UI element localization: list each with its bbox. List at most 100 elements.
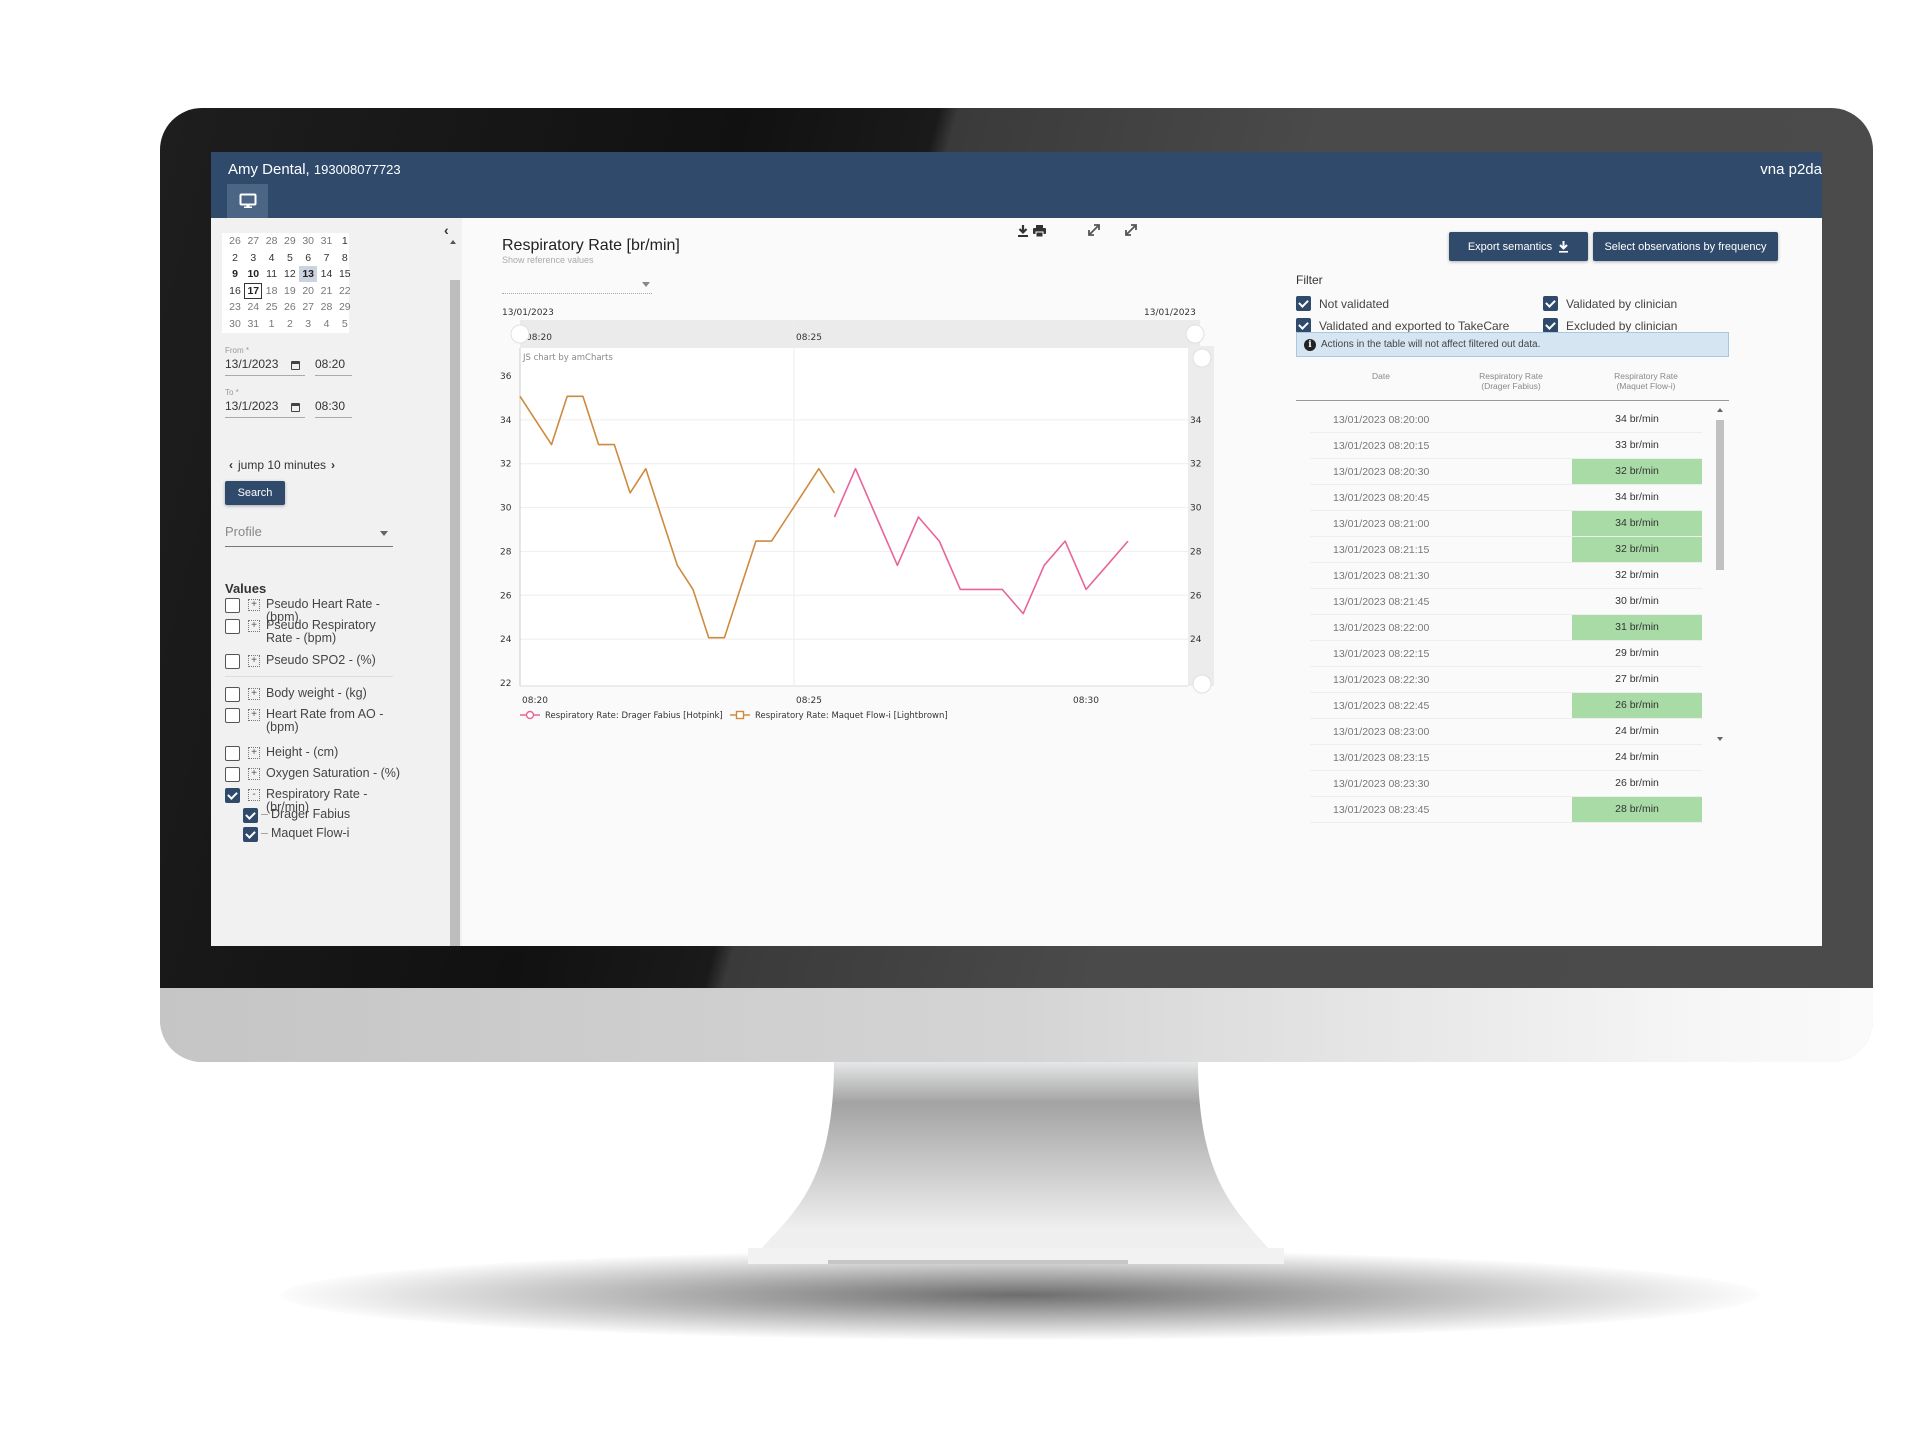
- column-header-drager[interactable]: Respiratory Rate (Drager Fabius): [1456, 371, 1566, 391]
- sub-value-item[interactable]: – Drager Fabius: [243, 808, 350, 823]
- checkbox[interactable]: [1296, 296, 1311, 311]
- table-row[interactable]: 13/01/2023 08:20:30 32 br/min: [1310, 459, 1702, 485]
- search-button[interactable]: Search: [225, 481, 285, 505]
- calendar-day[interactable]: 23: [226, 299, 244, 315]
- export-semantics-button[interactable]: Export semantics: [1449, 232, 1588, 261]
- calendar-day[interactable]: 3: [244, 250, 262, 266]
- row-maquet-value[interactable]: 32 br/min: [1572, 537, 1702, 562]
- calendar-day[interactable]: 5: [281, 250, 299, 266]
- expand-icon[interactable]: +: [248, 620, 260, 632]
- checkbox[interactable]: [243, 808, 258, 823]
- row-maquet-value[interactable]: 33 br/min: [1572, 433, 1702, 458]
- table-row[interactable]: 13/01/2023 08:22:00 31 br/min: [1310, 615, 1702, 641]
- calendar-day[interactable]: 3: [299, 316, 317, 332]
- table-row[interactable]: 13/01/2023 08:23:00 24 br/min: [1310, 719, 1702, 745]
- checkbox[interactable]: [225, 598, 240, 613]
- jump-back-icon[interactable]: ‹: [229, 458, 233, 472]
- table-row[interactable]: 13/01/2023 08:23:45 28 br/min: [1310, 797, 1702, 823]
- value-item-heart-rate-from-ao[interactable]: + Heart Rate from AO - (bpm): [225, 708, 405, 734]
- scrollbar-grip[interactable]: [510, 324, 530, 344]
- calendar-icon[interactable]: [291, 361, 300, 370]
- to-time-input[interactable]: 08:30: [315, 398, 352, 418]
- table-row[interactable]: 13/01/2023 08:20:45 34 br/min: [1310, 485, 1702, 511]
- jump-forward-icon[interactable]: ›: [331, 458, 335, 472]
- calendar-day[interactable]: 28: [263, 233, 281, 249]
- calendar-day[interactable]: 21: [318, 283, 336, 299]
- calendar-day[interactable]: 7: [318, 250, 336, 266]
- expand-icon[interactable]: +: [248, 688, 260, 700]
- calendar-day[interactable]: 6: [299, 250, 317, 266]
- row-maquet-value[interactable]: 26 br/min: [1572, 771, 1702, 796]
- calendar-day[interactable]: 25: [263, 299, 281, 315]
- calendar-day[interactable]: 5: [336, 316, 354, 332]
- calendar-day[interactable]: 31: [244, 316, 262, 332]
- calendar-day[interactable]: 13: [299, 266, 318, 282]
- chart-scrollbar-x[interactable]: [520, 320, 1200, 348]
- expand-icon[interactable]: +: [248, 768, 260, 780]
- row-maquet-value[interactable]: 34 br/min: [1572, 485, 1702, 510]
- calendar-day[interactable]: 27: [244, 233, 262, 249]
- calendar-day[interactable]: 29: [281, 233, 299, 249]
- calendar-day[interactable]: 19: [281, 283, 299, 299]
- user-name[interactable]: vna p2da: [1760, 161, 1822, 178]
- calendar-day[interactable]: 18: [263, 283, 281, 299]
- table-row[interactable]: 13/01/2023 08:22:45 26 br/min: [1310, 693, 1702, 719]
- table-scrollbar[interactable]: [1715, 408, 1725, 741]
- table-row[interactable]: 13/01/2023 08:21:45 30 br/min: [1310, 589, 1702, 615]
- scroll-down-arrow[interactable]: [1717, 737, 1723, 741]
- calendar-day[interactable]: 11: [263, 266, 281, 282]
- row-maquet-value[interactable]: 24 br/min: [1572, 745, 1702, 770]
- calendar-day[interactable]: 17: [244, 282, 263, 299]
- row-maquet-value[interactable]: 34 br/min: [1572, 407, 1702, 432]
- checkbox[interactable]: [1543, 296, 1558, 311]
- table-row[interactable]: 13/01/2023 08:22:15 29 br/min: [1310, 641, 1702, 667]
- row-maquet-value[interactable]: 27 br/min: [1572, 667, 1702, 692]
- filter-excluded-by-clinician[interactable]: Excluded by clinician: [1543, 318, 1677, 333]
- row-maquet-value[interactable]: 32 br/min: [1572, 459, 1702, 484]
- value-item-body-weight[interactable]: + Body weight - (kg): [225, 687, 405, 702]
- select-by-frequency-button[interactable]: Select observations by frequency: [1593, 232, 1778, 261]
- expand-icon[interactable]: +: [248, 747, 260, 759]
- calendar-day[interactable]: 16: [226, 283, 244, 299]
- expand-icon[interactable]: +: [248, 655, 260, 667]
- value-item-pseudo-respiratory-rate[interactable]: + Pseudo Respiratory Rate - (bpm): [225, 619, 405, 645]
- row-maquet-value[interactable]: 32 br/min: [1572, 563, 1702, 588]
- table-row[interactable]: 13/01/2023 08:23:30 26 br/min: [1310, 771, 1702, 797]
- row-maquet-value[interactable]: 29 br/min: [1572, 641, 1702, 666]
- table-row[interactable]: 13/01/2023 08:20:00 34 br/min: [1310, 407, 1702, 433]
- table-row[interactable]: 13/01/2023 08:21:30 32 br/min: [1310, 563, 1702, 589]
- table-row[interactable]: 13/01/2023 08:22:30 27 br/min: [1310, 667, 1702, 693]
- scroll-up-arrow[interactable]: [450, 240, 456, 244]
- calendar-day[interactable]: 20: [299, 283, 317, 299]
- calendar-day[interactable]: 4: [318, 316, 336, 332]
- sidebar-scrollbar[interactable]: [450, 280, 460, 946]
- checkbox[interactable]: [225, 767, 240, 782]
- value-item-pseudo-spo2[interactable]: + Pseudo SPO2 - (%): [225, 654, 405, 669]
- sub-value-item[interactable]: – Maquet Flow-i: [243, 827, 349, 842]
- calendar-day[interactable]: 27: [299, 299, 317, 315]
- chevron-left-icon[interactable]: ‹: [444, 222, 449, 238]
- row-maquet-value[interactable]: 34 br/min: [1572, 511, 1702, 536]
- profile-select[interactable]: Profile: [225, 524, 393, 547]
- value-item-height[interactable]: + Height - (cm): [225, 746, 405, 761]
- calendar-day[interactable]: 2: [226, 250, 244, 266]
- checkbox[interactable]: [225, 654, 240, 669]
- calendar-day[interactable]: 26: [226, 233, 244, 249]
- row-maquet-value[interactable]: 30 br/min: [1572, 589, 1702, 614]
- calendar-day[interactable]: 24: [244, 299, 262, 315]
- checkbox[interactable]: [1543, 318, 1558, 333]
- calendar-day[interactable]: 1: [263, 316, 281, 332]
- scrollbar-grip[interactable]: [1192, 348, 1212, 368]
- calendar-day[interactable]: 26: [281, 299, 299, 315]
- calendar-icon[interactable]: [291, 403, 300, 412]
- calendar-day[interactable]: 4: [263, 250, 281, 266]
- expand-icon[interactable]: +: [248, 599, 260, 611]
- scroll-up-arrow[interactable]: [1717, 408, 1723, 412]
- calendar-day[interactable]: 15: [336, 266, 354, 282]
- checkbox[interactable]: [225, 687, 240, 702]
- calendar-day[interactable]: 22: [336, 283, 354, 299]
- checkbox[interactable]: [225, 708, 240, 723]
- calendar-day[interactable]: 28: [318, 299, 336, 315]
- value-item-oxygen-saturation[interactable]: + Oxygen Saturation - (%): [225, 767, 405, 782]
- calendar-day[interactable]: 30: [299, 233, 317, 249]
